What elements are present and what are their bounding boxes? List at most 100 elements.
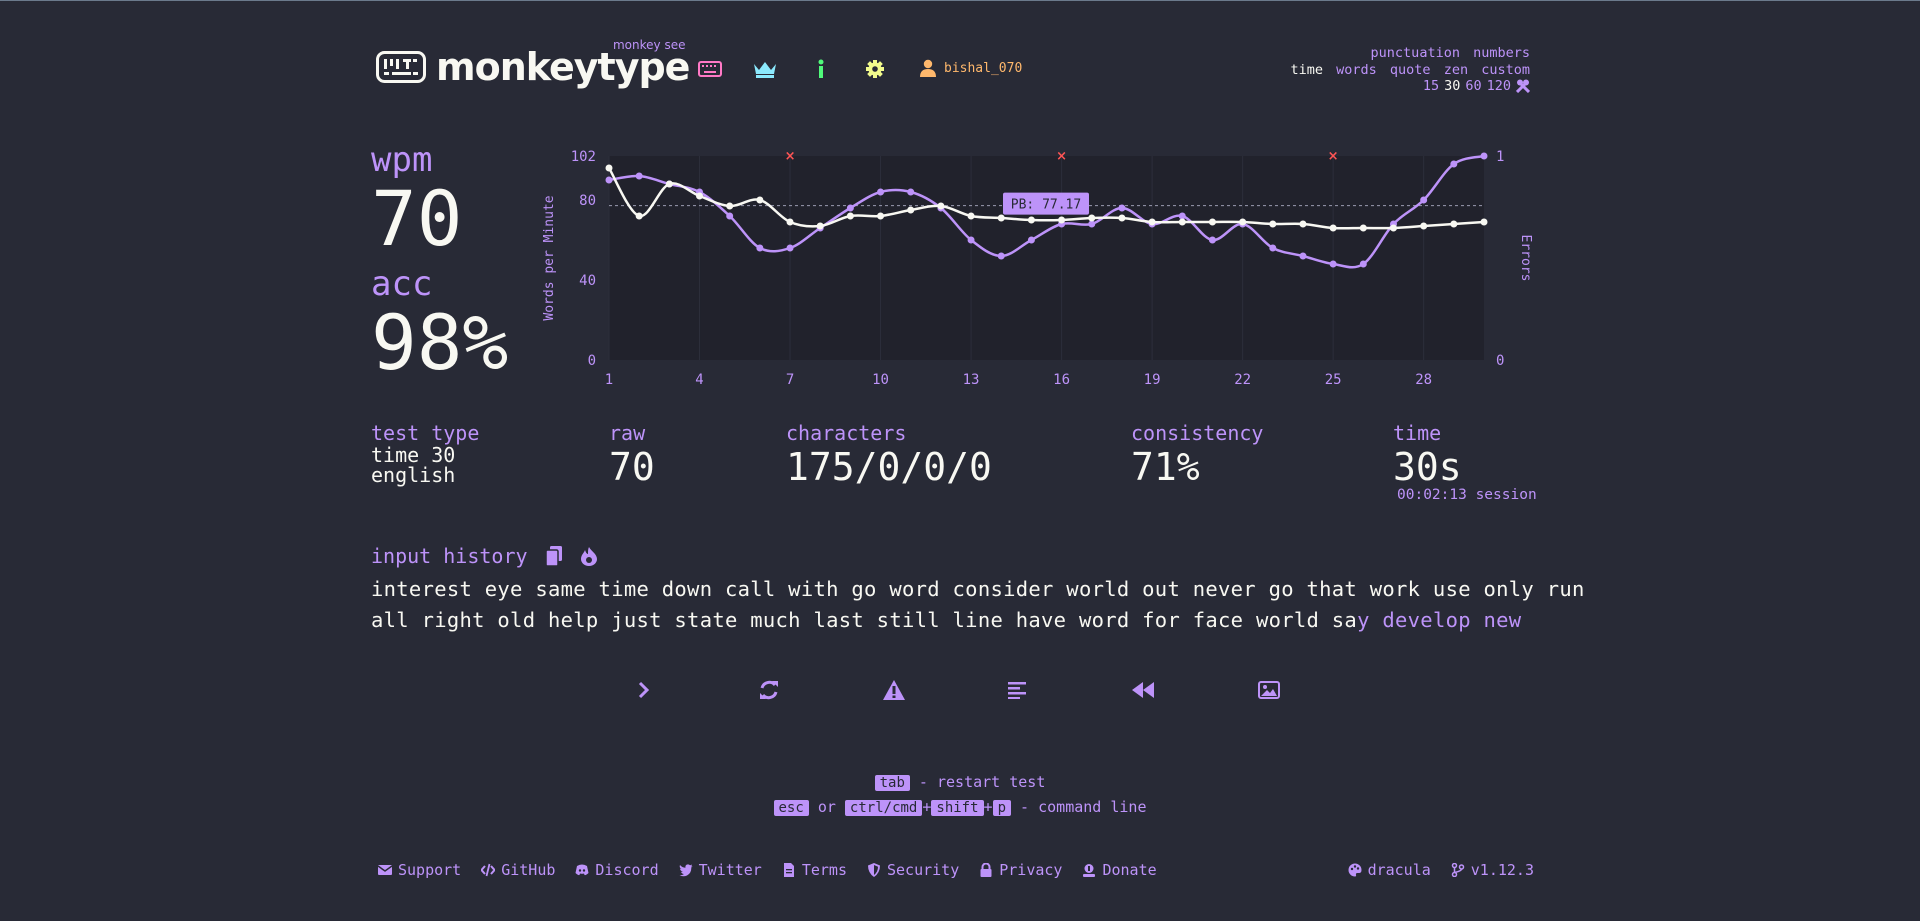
data-point-wpm [1450, 220, 1458, 228]
pb-label: PB: 77.17 [1011, 198, 1081, 213]
y-tick-label: 40 [579, 273, 596, 289]
session-time: 00:02:13 session [1397, 487, 1537, 503]
mode-custom[interactable]: custom [1481, 62, 1530, 78]
code-branch-icon [1451, 863, 1465, 877]
data-point-wpm [635, 212, 643, 220]
data-point-raw [786, 244, 794, 252]
user-icon [920, 59, 936, 77]
warning-icon [883, 680, 905, 700]
data-point-raw [1480, 152, 1488, 160]
toggle-words-button[interactable] [1003, 677, 1033, 703]
keyboard-logo-icon [376, 51, 426, 83]
backward-icon [1132, 682, 1154, 698]
data-point-wpm [967, 212, 975, 220]
x-tick-label: 4 [695, 372, 703, 388]
terms-link[interactable]: Terms [782, 861, 847, 879]
donate-link[interactable]: Donate [1082, 861, 1157, 879]
wpm-chart[interactable]: 1 4 7 10 13 16 19 22 25 280408010201Words per Min… [530, 141, 1540, 401]
security-label: Security [887, 861, 960, 879]
data-point-raw [846, 204, 854, 212]
y-tick-label: 102 [571, 149, 596, 165]
test-type-label: test type [371, 421, 480, 445]
raw-label: raw [609, 421, 646, 445]
keyboard-icon[interactable] [697, 57, 723, 81]
error-marker: × [1056, 149, 1067, 164]
data-point-wpm [756, 196, 764, 204]
config-punctuation[interactable]: punctuation [1371, 45, 1460, 61]
version-button[interactable]: v1.12.3 [1451, 861, 1534, 879]
save-screenshot-button[interactable] [1254, 677, 1284, 703]
time-15[interactable]: 15 [1423, 78, 1439, 95]
data-point-wpm [1359, 224, 1367, 232]
tools-icon[interactable] [1516, 79, 1530, 94]
time-30[interactable]: 30 [1444, 78, 1460, 95]
github-link[interactable]: GitHub [481, 861, 555, 879]
data-point-raw [1359, 260, 1367, 268]
data-point-raw [1088, 220, 1096, 228]
wpm-group: wpm 70 [371, 141, 463, 259]
command-line-hint: esc or ctrl/cmd + shift + p - command line [0, 798, 1920, 816]
next-test-button[interactable] [629, 677, 659, 703]
document-icon [783, 863, 794, 877]
error-marker: × [785, 149, 796, 164]
security-link[interactable]: Security [867, 861, 959, 879]
terms-label: Terms [801, 861, 847, 879]
repeat-test-button[interactable] [754, 677, 784, 703]
twitter-icon [679, 864, 693, 877]
refresh-icon [760, 680, 778, 700]
account-button[interactable]: bishal_070 [920, 59, 1022, 77]
data-point-wpm [1148, 218, 1156, 226]
data-point-wpm [1329, 224, 1337, 232]
gear-icon[interactable] [862, 57, 888, 81]
acc-value: 98% [371, 298, 509, 387]
shift-key: shift [931, 800, 984, 816]
mode-quote[interactable]: quote [1390, 62, 1431, 78]
wpm-value: 70 [371, 174, 463, 263]
raw-stat: raw 70 [609, 421, 655, 489]
data-point-raw [756, 244, 764, 252]
watch-replay-button[interactable] [1128, 677, 1158, 703]
time-60[interactable]: 60 [1465, 78, 1481, 95]
mode-zen[interactable]: zen [1444, 62, 1468, 78]
twitter-link[interactable]: Twitter [679, 861, 762, 879]
config-numbers[interactable]: numbers [1473, 45, 1530, 61]
footer-links: Support GitHub Discord Twitter Terms Sec… [378, 861, 1157, 879]
x-tick-label: 25 [1325, 372, 1342, 388]
history-line-1: interest eye same time down call with go… [371, 577, 1585, 601]
time-value: 30s [1393, 445, 1462, 489]
data-point-wpm [1058, 216, 1066, 224]
chevron-right-icon [638, 681, 650, 699]
mode-words[interactable]: words [1336, 62, 1377, 78]
data-point-wpm [816, 222, 824, 230]
support-link[interactable]: Support [378, 861, 461, 879]
theme-button[interactable]: dracula [1348, 861, 1431, 879]
data-point-wpm [1239, 218, 1247, 226]
acc-group: acc 98% [371, 265, 508, 383]
x-tick-label: 1 [605, 372, 613, 388]
footer-right: dracula v1.12.3 [1348, 861, 1534, 879]
data-point-raw [1118, 204, 1126, 212]
crown-icon[interactable] [752, 57, 778, 81]
tab-key: tab [874, 775, 910, 791]
envelope-icon [378, 865, 392, 875]
burst-heatmap-icon[interactable] [580, 546, 598, 566]
palette-icon [1348, 863, 1362, 877]
logo[interactable]: monkey see monkeytype [376, 38, 690, 89]
data-point-raw [1450, 160, 1458, 168]
data-point-raw [635, 172, 643, 180]
mode-time[interactable]: time [1290, 62, 1323, 78]
info-icon[interactable] [808, 57, 834, 81]
support-label: Support [398, 861, 462, 879]
data-point-raw [1299, 252, 1307, 260]
input-history-label: input history [371, 544, 528, 568]
practice-words-button[interactable] [879, 677, 909, 703]
time-120[interactable]: 120 [1487, 78, 1511, 95]
data-point-raw [1269, 244, 1277, 252]
discord-link[interactable]: Discord [575, 861, 659, 879]
copy-icon[interactable] [545, 546, 562, 566]
privacy-link[interactable]: Privacy [979, 861, 1062, 879]
y2-axis-title: Errors [1518, 235, 1533, 282]
data-point-raw [1420, 196, 1428, 204]
discord-icon [575, 864, 589, 876]
ctrl-key: ctrl/cmd [844, 800, 923, 816]
